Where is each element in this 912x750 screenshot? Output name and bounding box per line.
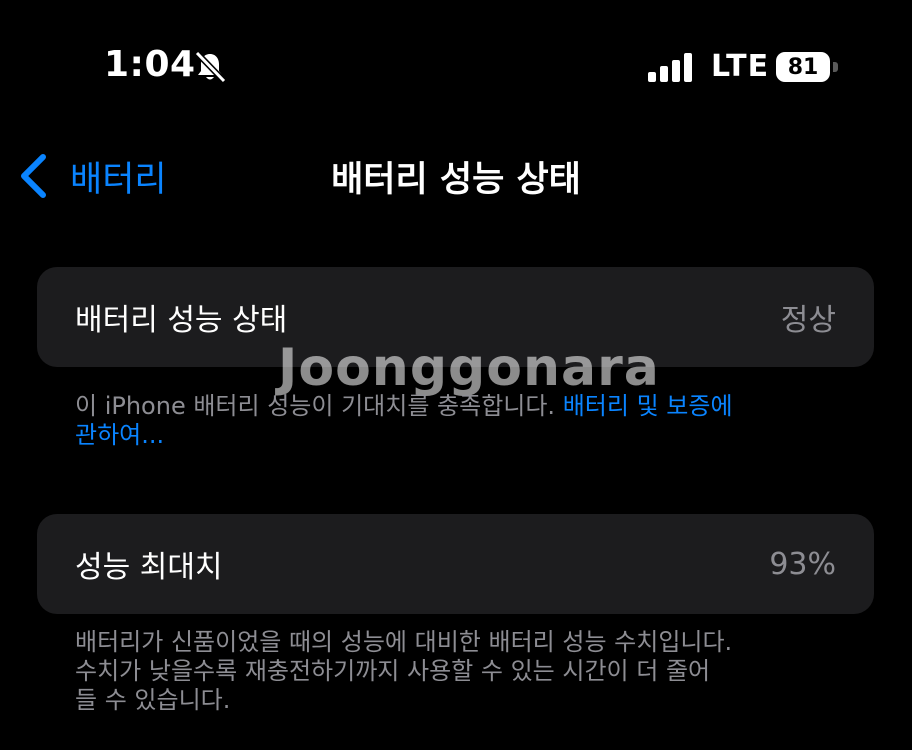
battery-health-label: 배터리 성능 상태 [75, 303, 288, 338]
cellular-signal-icon [648, 52, 694, 82]
footnote-line: 배터리가 신품이었을 때의 성능에 대비한 배터리 성능 수치입니다. [75, 628, 733, 656]
network-type: LTE [711, 49, 770, 84]
footnote-line: 수치가 낮을수록 재충전하기까지 사용할 수 있는 시간이 더 줄어 [75, 657, 711, 685]
battery-icon: 81 [776, 52, 830, 82]
bell-slash-icon [194, 50, 227, 84]
battery-health-value: 정상 [780, 303, 836, 338]
battery-health-footnote-text: 이 iPhone 배터리 성능이 기대치를 충족합니다. [75, 392, 563, 420]
footnote-line: 들 수 있습니다. [75, 686, 231, 714]
maximum-capacity-row: 성능 최대치 93% [37, 514, 874, 614]
battery-health-footnote: 이 iPhone 배터리 성능이 기대치를 충족합니다. 배터리 및 보증에 관… [75, 392, 733, 450]
page-title: 배터리 성능 상태 [331, 160, 581, 200]
battery-tip [833, 62, 838, 72]
status-time: 1:04 [104, 44, 196, 85]
status-bar: 1:04 LTE 81 [0, 0, 912, 130]
watermark: Joonggonara [278, 338, 660, 398]
battery-level: 81 [787, 54, 819, 80]
battery-warranty-link[interactable]: 배터리 및 보증에 [563, 392, 733, 420]
maximum-capacity-label: 성능 최대치 [75, 550, 223, 585]
maximum-capacity-group: 성능 최대치 93% [37, 514, 874, 614]
battery-warranty-link-continued[interactable]: 관하여... [75, 421, 733, 450]
maximum-capacity-value: 93% [769, 546, 836, 582]
maximum-capacity-footnote: 배터리가 신품이었을 때의 성능에 대비한 배터리 성능 수치입니다. 수치가 … [75, 628, 732, 715]
